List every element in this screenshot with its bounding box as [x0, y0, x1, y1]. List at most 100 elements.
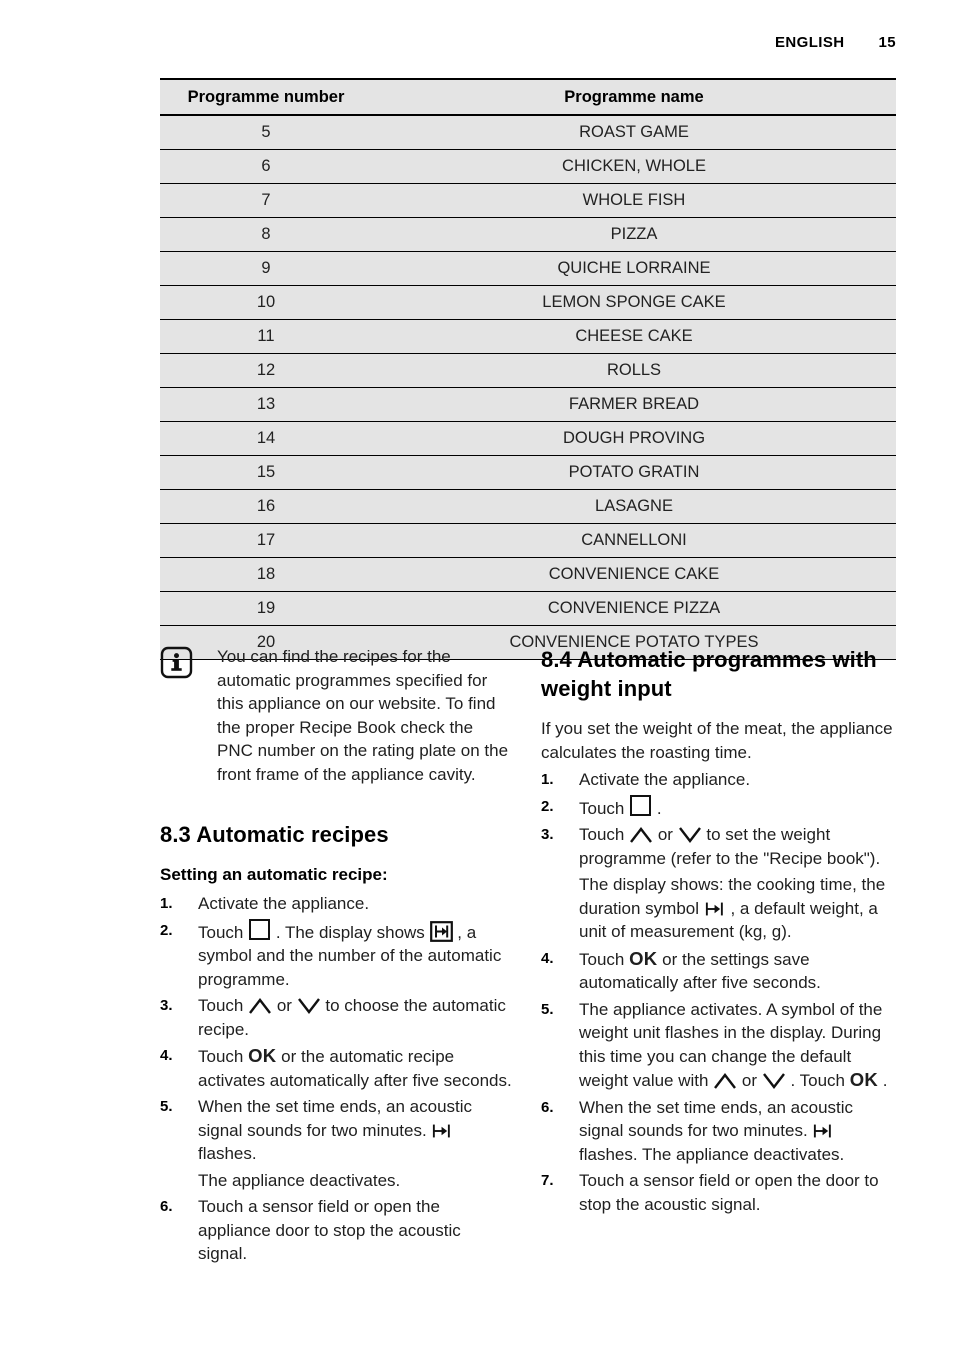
step-sub-paragraph: The display shows: the cooking time, the…: [579, 875, 886, 941]
table-row: 10 LEMON SPONGE CAKE: [160, 285, 896, 320]
section-8-4-number: 8.4: [541, 647, 572, 672]
step-marker: 4.: [541, 949, 554, 967]
chevron-down-icon: [762, 1073, 785, 1089]
step-item: 4. Touch OK or the automatic recipe activ…: [160, 1044, 512, 1092]
square-icon: [630, 794, 652, 816]
duration-icon: [433, 1124, 451, 1137]
table-row: 17 CANNELLONI: [160, 523, 896, 558]
cell-programme-name: LEMON SPONGE CAKE: [372, 285, 896, 320]
step-marker: 6.: [541, 1098, 554, 1116]
info-note: You can find the recipes for the automat…: [160, 645, 512, 786]
chevron-up-icon: [630, 827, 653, 843]
cell-programme-number: 18: [160, 557, 372, 592]
step-text: Touch .: [579, 794, 662, 818]
table-row: 11 CHEESE CAKE: [160, 319, 896, 354]
cell-programme-name: CANNELLONI: [372, 523, 896, 558]
step-text: Touch a sensor field or open the applian…: [198, 1197, 461, 1263]
cell-programme-number: 15: [160, 455, 372, 490]
section-8-3-subheading: Setting an automatic recipe:: [160, 865, 388, 884]
cell-programme-name: POTATO GRATIN: [372, 455, 896, 490]
square-icon: [249, 918, 271, 940]
step-item: 6. When the set time ends, an acoustic si…: [541, 1096, 893, 1167]
step-text: The appliance activates. A symbol of the…: [579, 999, 888, 1091]
step-item: 7. Touch a sensor field or open the door …: [541, 1169, 893, 1216]
step-item: 4. Touch OK or the settings save automati…: [541, 947, 893, 995]
step-item: 3. Touch or to set the weight programme (…: [541, 823, 893, 944]
step-item: 5. The appliance activates. A symbol of t…: [541, 998, 893, 1093]
cell-programme-name: CONVENIENCE PIZZA: [372, 591, 896, 626]
step-text: Activate the appliance.: [198, 894, 370, 913]
table-row: 12 ROLLS: [160, 353, 896, 388]
cell-programme-number: 17: [160, 523, 372, 558]
table-row: 5 ROAST GAME: [160, 114, 896, 150]
cell-programme-number: 14: [160, 421, 372, 456]
ok-label: OK: [849, 1069, 879, 1090]
header-page-number: 15: [878, 34, 896, 51]
cell-programme-name: QUICHE LORRAINE: [372, 251, 896, 286]
step-text: Activate the appliance.: [579, 770, 751, 789]
chevron-down-icon: [297, 998, 320, 1014]
document-page: ENGLISH 15 Programme number Programme nam…: [0, 0, 954, 1352]
table-body: 5 ROAST GAME 6 CHICKEN, WHOLE 7 WHOLE FISH 8 PI…: [160, 114, 896, 660]
section-8-3-steps: 1. Activate the appliance. 2. Touch . The d…: [160, 892, 512, 1266]
step-marker: 5.: [160, 1098, 173, 1115]
step-text: Touch or to set the weight programme (re…: [579, 825, 881, 868]
page-header: ENGLISH 15: [160, 34, 896, 51]
step-marker: 3.: [541, 826, 554, 843]
cell-programme-number: 9: [160, 251, 372, 286]
step-text: When the set time ends, an acoustic sign…: [198, 1097, 473, 1163]
table-header: Programme number Programme name: [160, 78, 896, 116]
chevron-up-icon: [249, 998, 272, 1014]
table-row: 7 WHOLE FISH: [160, 183, 896, 218]
left-column: You can find the recipes for the automat…: [160, 645, 512, 1269]
section-8-3-number: 8.3: [160, 822, 191, 847]
step-text: When the set time ends, an acoustic sign…: [579, 1097, 854, 1164]
cell-programme-number: 16: [160, 489, 372, 524]
section-8-4-intro: If you set the weight of the meat, the a…: [541, 719, 893, 762]
step-text: Touch a sensor field or open the door to…: [579, 1171, 879, 1214]
cell-programme-name: CONVENIENCE CAKE: [372, 557, 896, 592]
ok-label: OK: [248, 1045, 277, 1066]
programme-table: Programme number Programme name 5 ROAST G…: [160, 78, 896, 660]
step-marker: 3.: [160, 997, 173, 1014]
step-text: Touch or to choose the automatic recipe.: [198, 996, 506, 1039]
table-row: 6 CHICKEN, WHOLE: [160, 149, 896, 184]
column-header-programme-number: Programme number: [160, 78, 372, 116]
table-row: 14 DOUGH PROVING: [160, 421, 896, 456]
duration-icon: [814, 1124, 832, 1138]
table-row: 16 LASAGNE: [160, 489, 896, 524]
step-marker: 6.: [160, 1198, 173, 1215]
step-item: 2. Touch . The display shows , a symbol a…: [160, 918, 512, 992]
chevron-down-icon: [678, 827, 701, 843]
cell-programme-number: 19: [160, 591, 372, 626]
table-row: 15 POTATO GRATIN: [160, 455, 896, 490]
column-header-programme-name: Programme name: [372, 78, 896, 116]
step-text: Touch OK or the automatic recipe activat…: [198, 1045, 512, 1090]
cell-programme-name: FARMER BREAD: [372, 387, 896, 422]
cell-programme-name: LASAGNE: [372, 489, 896, 524]
step-marker: 5.: [541, 1000, 554, 1018]
table-row: 13 FARMER BREAD: [160, 387, 896, 422]
step-item: 2. Touch .: [541, 794, 893, 821]
step-marker: 2.: [160, 921, 173, 939]
info-note-text: You can find the recipes for the automat…: [217, 647, 509, 784]
boxed-duration-icon: [429, 920, 453, 942]
cell-programme-name: PIZZA: [372, 217, 896, 252]
header-language: ENGLISH: [775, 34, 845, 51]
table-row: 18 CONVENIENCE CAKE: [160, 557, 896, 592]
step-marker: 1.: [160, 895, 173, 912]
cell-programme-name: CHICKEN, WHOLE: [372, 149, 896, 184]
ok-label: OK: [629, 947, 658, 969]
step-item: 6. Touch a sensor field or open the appli…: [160, 1195, 512, 1266]
cell-programme-number: 10: [160, 285, 372, 320]
info-icon: [160, 646, 193, 679]
step-sub-paragraph: The appliance deactivates.: [198, 1170, 401, 1190]
right-column: 8.4 Automatic programmes with weight inp…: [541, 645, 893, 1219]
cell-programme-number: 11: [160, 319, 372, 354]
step-marker: 2.: [541, 797, 554, 815]
cell-programme-name: WHOLE FISH: [372, 183, 896, 218]
step-marker: 1.: [541, 771, 554, 788]
step-marker: 7.: [541, 1172, 554, 1189]
table-row: 9 QUICHE LORRAINE: [160, 251, 896, 286]
cell-programme-name: ROAST GAME: [372, 114, 896, 150]
